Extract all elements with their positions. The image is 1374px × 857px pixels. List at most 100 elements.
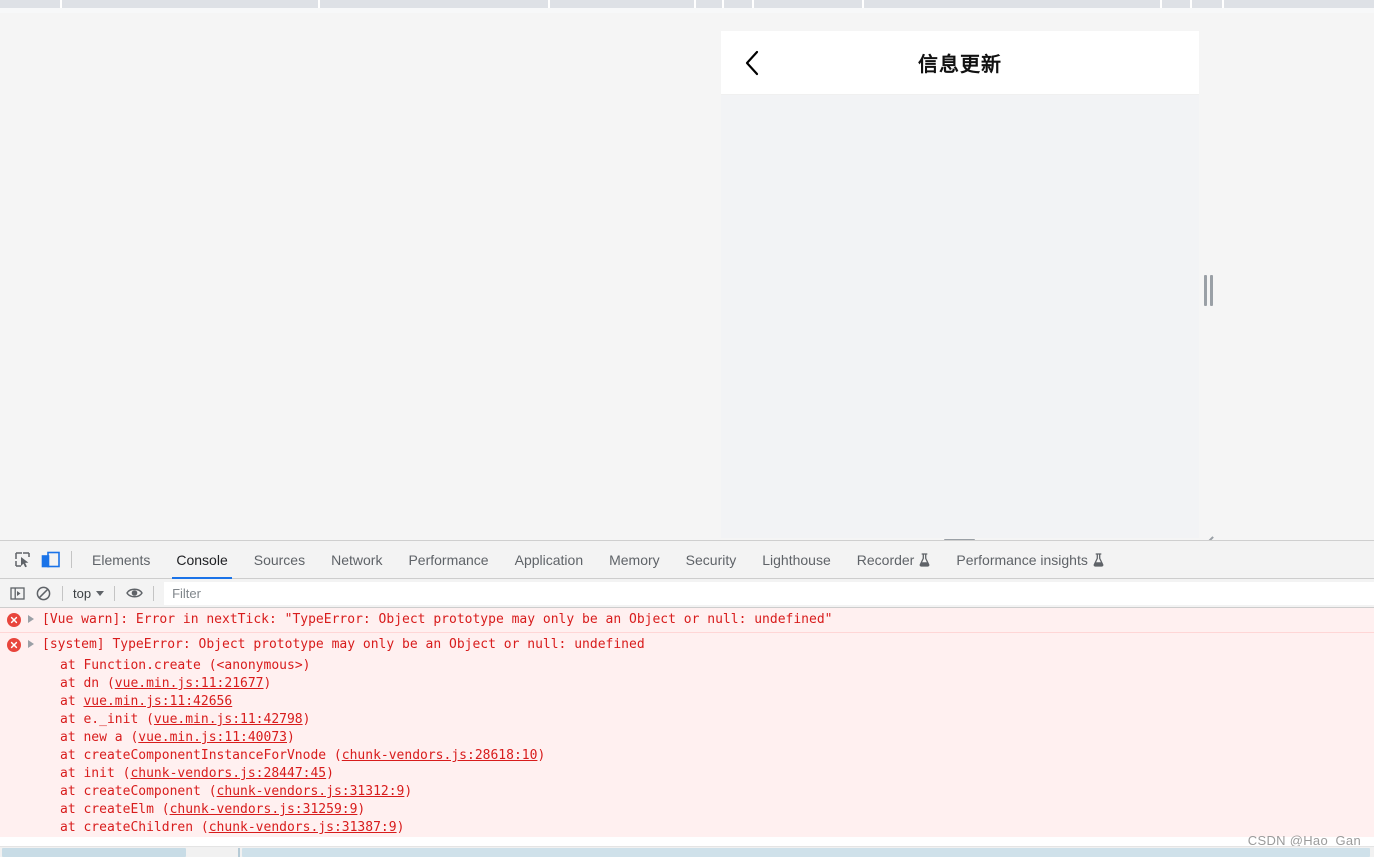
horizontal-scrollbar[interactable] <box>0 846 1374 857</box>
tab-separator <box>318 0 320 8</box>
console-sidebar-icon[interactable] <box>4 581 30 605</box>
stack-frame: at createElm (chunk-vendors.js:31259:9) <box>60 801 1374 819</box>
stack-frame: at createComponentInstanceForVnode (chun… <box>60 747 1374 765</box>
source-link[interactable]: chunk-vendors.js:28618:10 <box>342 748 538 763</box>
tab-label: Recorder <box>856 551 915 568</box>
source-link[interactable]: chunk-vendors.js:31259:9 <box>170 802 358 817</box>
stack-frame-suffix: ) <box>357 802 366 817</box>
source-link[interactable]: vue.min.js:11:42656 <box>83 694 232 709</box>
tab-label: Console <box>176 551 228 568</box>
stack-frame-prefix: at createElm ( <box>60 802 170 817</box>
tab-label: Performance <box>408 551 489 568</box>
source-link[interactable]: chunk-vendors.js:31387:9 <box>209 820 397 835</box>
toolbar-divider <box>71 551 72 568</box>
console-message-text: [system] TypeError: Object prototype may… <box>42 637 645 652</box>
tab-performance[interactable]: Performance <box>395 541 501 579</box>
source-link[interactable]: vue.min.js:11:40073 <box>138 730 287 745</box>
stack-frame-suffix: ) <box>404 784 413 799</box>
console-output[interactable]: [Vue warn]: Error in nextTick: "TypeErro… <box>0 608 1374 851</box>
stack-frame-prefix: at createComponent ( <box>60 784 217 799</box>
stack-frame-suffix: ) <box>302 712 311 727</box>
error-circle-icon <box>7 638 21 652</box>
stack-frame-prefix: at new a ( <box>60 730 139 745</box>
tab-sources[interactable]: Sources <box>241 541 318 579</box>
mobile-page-title: 信息更新 <box>918 54 1002 76</box>
live-expression-eye-icon[interactable] <box>121 581 147 605</box>
console-message-row[interactable]: [Vue warn]: Error in nextTick: "TypeErro… <box>0 608 1374 633</box>
stack-frame-prefix: at dn ( <box>60 676 115 691</box>
tab-memory[interactable]: Memory <box>596 541 673 579</box>
stack-frame: at init (chunk-vendors.js:28447:45) <box>60 765 1374 783</box>
mobile-page-body <box>721 95 1199 538</box>
stack-frame-prefix: at e._init ( <box>60 712 154 727</box>
tab-security[interactable]: Security <box>673 541 750 579</box>
console-message-row[interactable]: [system] TypeError: Object prototype may… <box>0 633 1374 657</box>
expand-triangle-icon[interactable] <box>28 640 34 648</box>
chevron-down-icon <box>96 590 105 596</box>
tab-performance-insights[interactable]: Performance insights <box>943 541 1117 579</box>
toolbar-divider <box>153 585 155 601</box>
tab-separator <box>1160 0 1162 8</box>
source-link[interactable]: chunk-vendors.js:31312:9 <box>217 784 405 799</box>
stack-frame-prefix: at <box>60 694 84 709</box>
tab-lighthouse[interactable]: Lighthouse <box>749 541 844 579</box>
tab-label: Performance insights <box>956 551 1088 568</box>
tab-separator <box>60 0 62 8</box>
tab-separator <box>1190 0 1192 8</box>
browser-tab-strip[interactable] <box>0 0 1374 8</box>
tab-label: Lighthouse <box>762 551 831 568</box>
device-viewport[interactable]: 信息更新 <box>721 31 1199 538</box>
tab-label: Memory <box>609 551 660 568</box>
resize-handle-right[interactable] <box>1203 275 1214 306</box>
inspect-element-icon[interactable] <box>8 546 36 574</box>
console-stack-trace[interactable]: at Function.create (<anonymous>) at dn (v… <box>0 657 1374 837</box>
toolbar-divider <box>114 585 116 601</box>
tab-label: Security <box>685 551 737 568</box>
source-link[interactable]: chunk-vendors.js:28447:45 <box>130 766 326 781</box>
source-link[interactable]: vue.min.js:11:21677 <box>115 676 264 691</box>
stack-frame: at Function.create (<anonymous>) <box>60 657 1374 675</box>
console-message-text: [Vue warn]: Error in nextTick: "TypeErro… <box>42 612 833 627</box>
tab-label: Application <box>514 551 584 568</box>
stack-frame-prefix: at createChildren ( <box>60 820 209 835</box>
device-toolbar-icon[interactable] <box>36 546 64 574</box>
stack-frame-prefix: at createComponentInstanceForVnode ( <box>60 748 342 763</box>
tab-label: Sources <box>253 551 306 568</box>
stack-frame-suffix: ) <box>537 748 546 763</box>
console-toolbar: top <box>0 579 1374 608</box>
tab-separator <box>722 0 724 8</box>
stack-frame-suffix: ) <box>302 658 311 673</box>
tab-recorder[interactable]: Recorder <box>844 541 944 579</box>
tab-elements[interactable]: Elements <box>79 541 163 579</box>
tab-label: Network <box>331 551 383 568</box>
stack-frame-suffix: ) <box>326 766 334 781</box>
tab-separator <box>752 0 754 8</box>
devtools-tabbar: Elements Console Sources Network Performance… <box>0 541 1374 579</box>
expand-triangle-icon[interactable] <box>28 615 34 623</box>
chevron-left-icon[interactable] <box>737 48 767 78</box>
screenshot-root: 信息更新 Elements Console Sources Network Pe… <box>0 0 1374 857</box>
console-filter-input[interactable] <box>164 581 1374 605</box>
tab-separator <box>862 0 864 8</box>
scrollbar-track-segment[interactable] <box>242 848 1370 857</box>
devtools-panel: Elements Console Sources Network Performance… <box>0 540 1374 857</box>
tab-console[interactable]: Console <box>163 541 240 579</box>
experimental-flask-icon <box>919 552 930 567</box>
tab-separator <box>548 0 550 8</box>
stack-frame: at vue.min.js:11:42656 <box>60 693 1374 711</box>
console-context-selector[interactable]: top <box>69 584 108 603</box>
mobile-page-header: 信息更新 <box>721 31 1199 95</box>
clear-console-icon[interactable] <box>30 581 56 605</box>
tab-separator <box>1222 0 1224 8</box>
scrollbar-thumb[interactable] <box>2 848 186 857</box>
stack-frame-prefix: at Function.create ( <box>60 658 217 673</box>
tab-application[interactable]: Application <box>502 541 597 579</box>
tab-network[interactable]: Network <box>318 541 395 579</box>
console-context-label: top <box>73 585 92 601</box>
stack-frame: at createChildren (chunk-vendors.js:3138… <box>60 819 1374 837</box>
stack-frame-suffix: ) <box>263 676 272 691</box>
stack-frame: at e._init (vue.min.js:11:42798) <box>60 711 1374 729</box>
source-link[interactable]: vue.min.js:11:42798 <box>154 712 303 727</box>
tab-separator <box>694 0 696 8</box>
stack-frame-suffix: ) <box>287 730 295 745</box>
